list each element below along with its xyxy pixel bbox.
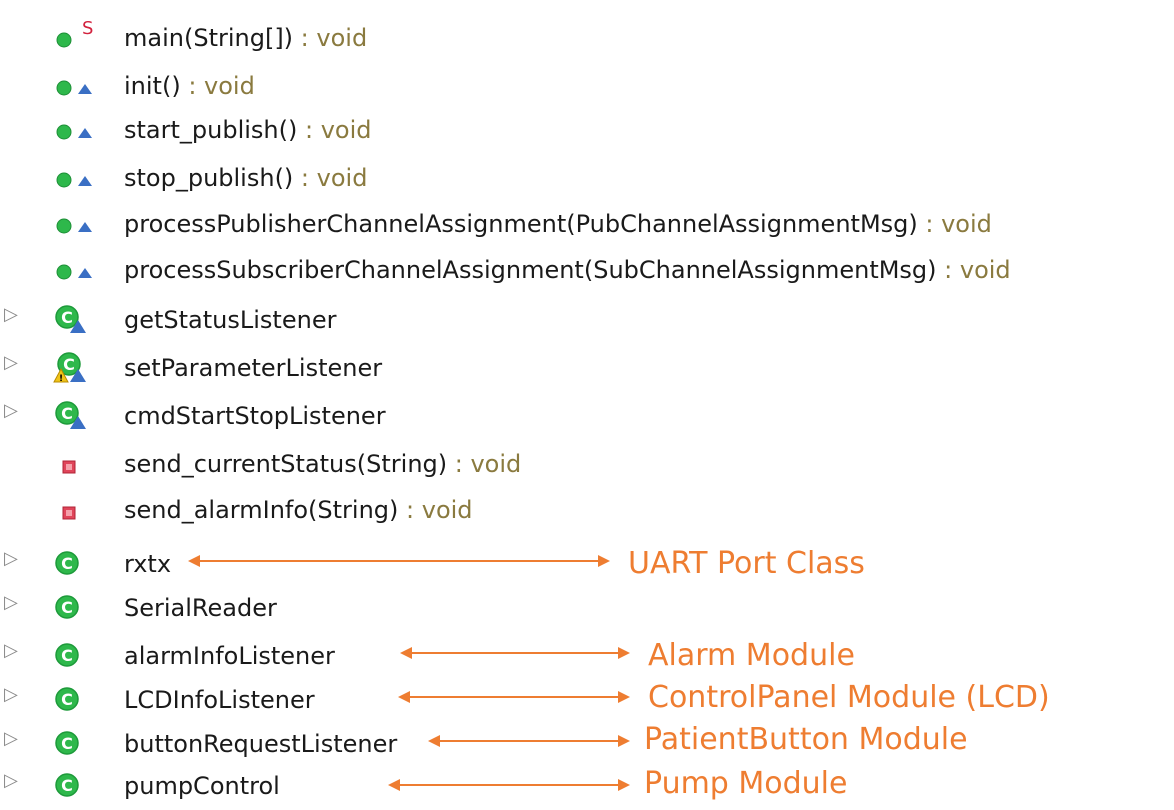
member-label: alarmInfoListener <box>124 642 335 670</box>
tree-item-process-subscriber[interactable]: processSubscriberChannelAssignment(SubCh… <box>0 246 1174 294</box>
member-label: start_publish() : void <box>124 106 372 154</box>
package-method-icon <box>56 218 92 234</box>
member-name: send_alarmInfo(String) <box>124 496 399 524</box>
expand-arrow-icon[interactable]: ▷ <box>4 684 18 705</box>
member-type: : void <box>293 24 368 52</box>
expand-arrow-icon[interactable]: ▷ <box>4 352 18 373</box>
member-label: getStatusListener <box>124 306 337 334</box>
member-type: : void <box>447 450 522 478</box>
package-method-icon <box>56 264 92 280</box>
member-type: : void <box>180 72 255 100</box>
annotation-alarm-module: Alarm Module <box>648 638 855 673</box>
member-label: main(String[]) : void <box>124 14 367 62</box>
tree-item-send-current-status[interactable]: send_currentStatus(String) : void <box>0 440 1174 488</box>
tree-item-set-parameter-listener[interactable]: ▷ C ! setParameterListener <box>0 344 1174 392</box>
expand-arrow-icon[interactable]: ▷ <box>4 304 18 325</box>
member-name: processSubscriberChannelAssignment(SubCh… <box>124 256 937 284</box>
public-class-icon: C <box>55 595 79 619</box>
double-arrow-icon <box>188 555 610 567</box>
private-method-icon <box>62 506 76 520</box>
member-type: : void <box>297 116 372 144</box>
package-method-icon <box>56 80 92 96</box>
public-class-icon: C <box>55 551 79 575</box>
double-arrow-icon <box>400 647 630 659</box>
expand-arrow-icon[interactable]: ▷ <box>4 770 18 791</box>
member-label: processSubscriberChannelAssignment(SubCh… <box>124 246 1011 294</box>
svg-text:C: C <box>61 598 73 617</box>
tree-item-pump-control[interactable]: ▷ C pumpControl <box>0 762 1174 810</box>
public-class-icon: C <box>55 773 79 797</box>
tree-item-main[interactable]: S main(String[]) : void <box>0 14 1174 62</box>
tree-item-stop-publish[interactable]: stop_publish() : void <box>0 154 1174 202</box>
tree-item-start-publish[interactable]: start_publish() : void <box>0 106 1174 154</box>
double-arrow-icon <box>398 691 630 703</box>
member-name: stop_publish() <box>124 164 294 192</box>
package-method-icon <box>56 172 92 188</box>
svg-text:C: C <box>61 776 73 795</box>
member-type: : void <box>917 210 992 238</box>
member-type: : void <box>293 164 368 192</box>
member-name: init() <box>124 72 181 100</box>
svg-text:C: C <box>61 554 73 573</box>
member-name: start_publish() <box>124 116 298 144</box>
member-label: rxtx <box>124 550 172 578</box>
double-arrow-icon <box>428 735 630 747</box>
annotation-patient-button-module: PatientButton Module <box>644 722 968 757</box>
member-label: setParameterListener <box>124 354 383 382</box>
member-label: cmdStartStopListener <box>124 402 386 430</box>
package-class-icon: C <box>55 401 86 429</box>
private-method-icon <box>62 460 76 474</box>
tree-item-send-alarm-info[interactable]: send_alarmInfo(String) : void <box>0 486 1174 534</box>
svg-text:C: C <box>61 734 73 753</box>
tree-item-process-publisher[interactable]: processPublisherChannelAssignment(PubCha… <box>0 200 1174 248</box>
svg-text:C: C <box>61 404 73 423</box>
member-label: buttonRequestListener <box>124 730 398 758</box>
expand-arrow-icon[interactable]: ▷ <box>4 592 18 613</box>
member-type: : void <box>398 496 473 524</box>
tree-item-get-status-listener[interactable]: ▷ C getStatusListener <box>0 296 1174 344</box>
static-marker-icon: S <box>82 18 94 39</box>
member-label: pumpControl <box>124 772 280 800</box>
member-type: : void <box>936 256 1011 284</box>
expand-arrow-icon[interactable]: ▷ <box>4 640 18 661</box>
package-class-icon: C <box>55 305 86 333</box>
public-class-icon: C <box>55 687 79 711</box>
svg-text:C: C <box>61 308 73 327</box>
package-class-warning-icon: C ! <box>53 352 86 384</box>
svg-text:C: C <box>61 646 73 665</box>
tree-item-rxtx[interactable]: ▷ C rxtx <box>0 540 1174 588</box>
tree-item-serial-reader[interactable]: ▷ C SerialReader <box>0 584 1174 632</box>
tree-item-cmd-start-stop-listener[interactable]: ▷ C cmdStartStopListener <box>0 392 1174 440</box>
public-method-icon <box>56 32 72 48</box>
svg-text:C: C <box>61 690 73 709</box>
public-class-icon: C <box>55 643 79 667</box>
member-name: main(String[]) <box>124 24 294 52</box>
member-label: processPublisherChannelAssignment(PubCha… <box>124 200 992 248</box>
annotation-control-panel-module: ControlPanel Module (LCD) <box>648 680 1050 715</box>
tree-item-button-request-listener[interactable]: ▷ C buttonRequestListener <box>0 720 1174 768</box>
member-label: stop_publish() : void <box>124 154 367 202</box>
member-name: processPublisherChannelAssignment(PubCha… <box>124 210 918 238</box>
public-class-icon: C <box>55 731 79 755</box>
svg-text:!: ! <box>59 374 63 384</box>
member-label: send_alarmInfo(String) : void <box>124 486 473 534</box>
member-label: LCDInfoListener <box>124 686 315 714</box>
member-label: send_currentStatus(String) : void <box>124 440 521 488</box>
annotation-uart-port-class: UART Port Class <box>628 546 865 581</box>
tree-item-alarm-info-listener[interactable]: ▷ C alarmInfoListener <box>0 632 1174 680</box>
annotation-pump-module: Pump Module <box>644 766 848 801</box>
expand-arrow-icon[interactable]: ▷ <box>4 400 18 421</box>
svg-text:C: C <box>63 355 75 374</box>
expand-arrow-icon[interactable]: ▷ <box>4 728 18 749</box>
member-name: send_currentStatus(String) <box>124 450 448 478</box>
member-label: SerialReader <box>124 594 277 622</box>
member-label: init() : void <box>124 62 255 110</box>
package-method-icon <box>56 124 92 140</box>
double-arrow-icon <box>388 779 630 791</box>
expand-arrow-icon[interactable]: ▷ <box>4 548 18 569</box>
tree-item-init[interactable]: init() : void <box>0 62 1174 110</box>
